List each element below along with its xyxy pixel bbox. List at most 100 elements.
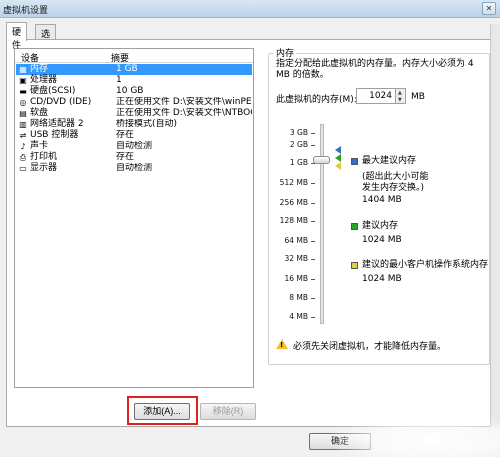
device-summary: 存在 bbox=[116, 130, 135, 140]
usb-icon: ⇌ bbox=[19, 131, 27, 140]
device-row[interactable]: ⇌ USB 控制器 存在 bbox=[16, 130, 252, 141]
device-list[interactable]: 设备 摘要 ▦ 内存 1 GB ▣ 处理器 1 ▬ 硬盘(SCSI) 10 GB ◎ CD/DVD … bbox=[14, 48, 254, 388]
memory-scale-label: 3 GB bbox=[289, 128, 308, 137]
memory-scale-tick bbox=[311, 279, 315, 280]
device-row[interactable]: ▬ 硬盘(SCSI) 10 GB bbox=[16, 86, 252, 97]
device-row[interactable]: ▣ 处理器 1 bbox=[16, 75, 252, 86]
device-list-header: 设备 摘要 bbox=[15, 49, 253, 64]
add-button-highlight bbox=[127, 396, 198, 425]
tab-options[interactable]: 选项 bbox=[35, 24, 57, 53]
device-summary: 1 GB bbox=[116, 64, 138, 74]
memory-spinner[interactable]: ▲ ▼ bbox=[395, 88, 406, 104]
memory-icon: ▦ bbox=[19, 65, 27, 74]
device-row[interactable]: ♪ 声卡 自动检测 bbox=[16, 141, 252, 152]
memory-scale-tick bbox=[311, 163, 315, 164]
memory-scale-tick bbox=[311, 145, 315, 146]
window-title: 虚拟机设置 bbox=[3, 6, 49, 16]
max-recommended-marker-icon bbox=[335, 146, 341, 154]
recommended-title: 建议内存 bbox=[362, 221, 399, 231]
sound-icon: ♪ bbox=[20, 142, 26, 151]
memory-scale-tick bbox=[311, 221, 315, 222]
watermark-blur bbox=[330, 415, 500, 457]
memory-scale-label: 512 MB bbox=[279, 178, 308, 187]
memory-scale-label: 1 GB bbox=[289, 158, 308, 167]
device-name: 打印机 bbox=[30, 152, 58, 162]
cd-icon: ◎ bbox=[19, 98, 27, 107]
memory-scale-label: 8 MB bbox=[289, 293, 308, 302]
max-recommended-legend-icon bbox=[351, 158, 358, 165]
recommended-legend-icon bbox=[351, 223, 358, 230]
min-guest-value: 1024 MB bbox=[362, 274, 402, 284]
memory-description: 指定分配给此虚拟机的内存量。内存大小必须为 4 MB 的倍数。 bbox=[276, 59, 474, 80]
memory-scale-tick bbox=[311, 241, 315, 242]
device-summary: 正在使用文件 D:\安装文件\winPE\... bbox=[116, 97, 252, 107]
vm-settings-window: 虚拟机设置 ✕ 硬件 选项 设备 摘要 ▦内存1 GB▣处理器1▬硬盘(SCSI… bbox=[0, 0, 500, 457]
device-summary: 自动检测 bbox=[116, 163, 153, 173]
max-recommended-title: 最大建议内存 bbox=[362, 156, 417, 166]
memory-scale-tick bbox=[311, 317, 315, 318]
recommended-marker-icon bbox=[335, 154, 341, 162]
close-icon[interactable]: ✕ bbox=[482, 2, 496, 15]
max-recommended-note-1: (超出此大小可能 bbox=[362, 172, 429, 182]
device-summary: 桥接模式(自动) bbox=[116, 119, 178, 129]
device-summary: 存在 bbox=[116, 152, 135, 162]
memory-scale-tick bbox=[311, 298, 315, 299]
memory-scale-label: 64 MB bbox=[284, 236, 308, 245]
device-summary: 正在使用文件 D:\安装文件\NTBOOT... bbox=[116, 108, 252, 118]
device-summary: 1 bbox=[116, 75, 122, 85]
title-bar: 虚拟机设置 ✕ bbox=[0, 0, 500, 18]
min-guest-marker-icon bbox=[335, 162, 341, 170]
device-summary: 自动检测 bbox=[116, 141, 153, 151]
memory-scale-label: 32 MB bbox=[284, 254, 308, 263]
device-row[interactable]: ◎ CD/DVD (IDE) 正在使用文件 D:\安装文件\winPE\... bbox=[16, 97, 253, 108]
display-icon: ▭ bbox=[19, 164, 27, 173]
warning-icon: ! bbox=[276, 339, 288, 349]
device-row[interactable]: ▦ 内存 1 GB bbox=[16, 64, 252, 75]
window-edge bbox=[490, 24, 500, 427]
memory-slider-track[interactable] bbox=[320, 124, 324, 324]
memory-scale-tick bbox=[311, 259, 315, 260]
memory-scale-label: 128 MB bbox=[279, 216, 308, 225]
memory-unit: MB bbox=[411, 92, 425, 102]
spin-down-icon[interactable]: ▼ bbox=[398, 97, 402, 103]
remove-device-button[interactable]: 移除(R) bbox=[200, 403, 256, 420]
memory-warning: 必须先关闭虚拟机，才能降低内存量。 bbox=[293, 342, 447, 352]
device-name: CD/DVD (IDE) bbox=[30, 97, 92, 107]
device-name: 硬盘(SCSI) bbox=[30, 86, 76, 96]
memory-scale-tick bbox=[311, 133, 315, 134]
tab-hardware[interactable]: 硬件 bbox=[6, 22, 28, 51]
network-icon: ▥ bbox=[19, 120, 27, 129]
column-header-device[interactable]: 设备 bbox=[21, 51, 39, 64]
column-header-summary[interactable]: 摘要 bbox=[111, 51, 129, 64]
max-recommended-value: 1404 MB bbox=[362, 195, 402, 205]
device-row[interactable]: ▤软盘 正在使用文件 D:\安装文件\NTBOOT... bbox=[16, 108, 252, 119]
memory-scale-label: 4 MB bbox=[289, 312, 308, 321]
device-name: USB 控制器 bbox=[30, 130, 79, 140]
device-name: 网络适配器 2 bbox=[30, 119, 84, 129]
memory-input[interactable]: 1024 bbox=[356, 88, 396, 104]
floppy-icon: ▤ bbox=[19, 109, 27, 118]
device-name: 显示器 bbox=[30, 163, 58, 173]
recommended-value: 1024 MB bbox=[362, 235, 402, 245]
spin-up-icon[interactable]: ▲ bbox=[398, 90, 402, 96]
device-row[interactable]: ▭ 显示器 自动检测 bbox=[16, 163, 252, 174]
memory-scale-tick bbox=[311, 183, 315, 184]
device-row[interactable]: ⎙ 打印机 存在 bbox=[16, 152, 252, 163]
min-guest-title: 建议的最小客户机操作系统内存 bbox=[362, 260, 489, 270]
device-name: 处理器 bbox=[30, 75, 58, 85]
device-name: 声卡 bbox=[30, 141, 49, 151]
harddisk-icon: ▬ bbox=[19, 87, 27, 96]
max-recommended-note-2: 发生内存交换。) bbox=[362, 183, 425, 193]
memory-scale-label: 2 GB bbox=[289, 140, 308, 149]
memory-scale-tick bbox=[311, 203, 315, 204]
memory-scale-label: 16 MB bbox=[284, 274, 308, 283]
device-row[interactable]: ▥ 网络适配器 2 桥接模式(自动) bbox=[16, 119, 252, 130]
printer-icon: ⎙ bbox=[19, 153, 27, 162]
device-name: 软盘 bbox=[30, 108, 49, 118]
memory-group-title: 内存 bbox=[274, 46, 297, 59]
device-summary: 10 GB bbox=[116, 86, 144, 96]
min-guest-legend-icon bbox=[351, 262, 358, 269]
memory-slider-thumb[interactable] bbox=[313, 156, 330, 164]
device-name: 内存 bbox=[30, 64, 49, 74]
memory-scale-label: 256 MB bbox=[279, 198, 308, 207]
